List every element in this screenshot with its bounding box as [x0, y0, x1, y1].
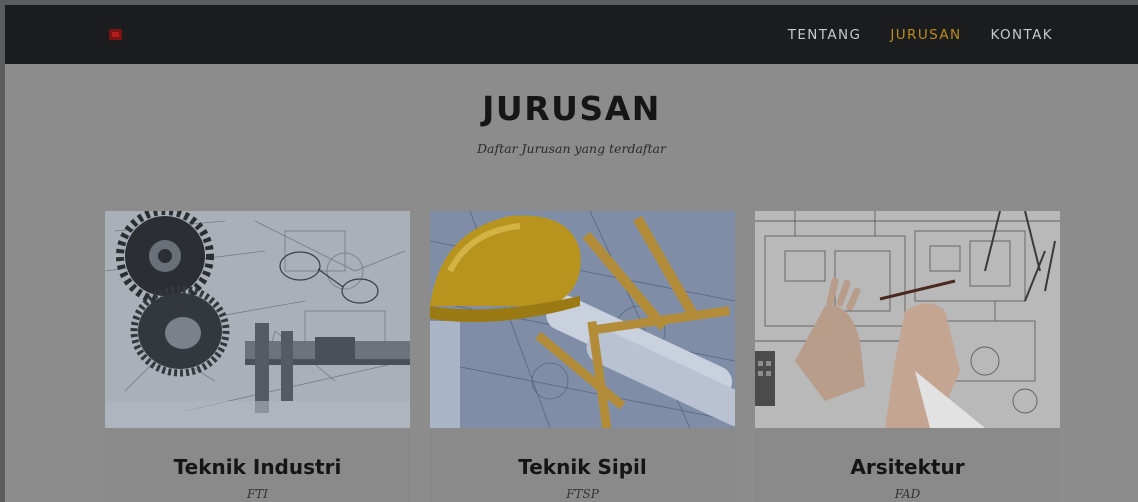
- nav-link-kontak[interactable]: KONTAK: [990, 27, 1053, 43]
- hard-hat-and-blueprints-photo: [430, 211, 735, 428]
- card-code: FTSP: [566, 487, 599, 501]
- card-title: Teknik Industri: [173, 455, 342, 479]
- nav-link-tentang[interactable]: TENTANG: [788, 27, 862, 43]
- card-arsitektur[interactable]: Arsitektur FAD: [755, 211, 1060, 502]
- card-code: FTI: [246, 487, 269, 501]
- card-code: FAD: [894, 487, 921, 501]
- brand-logo[interactable]: [109, 29, 122, 40]
- gears-and-caliper-photo: [105, 211, 410, 428]
- nav-menu: TENTANG JURUSAN KONTAK: [788, 5, 1053, 64]
- page: TENTANG JURUSAN KONTAK JURUSAN Daftar Ju…: [5, 5, 1138, 502]
- card-teknik-sipil[interactable]: Teknik Sipil FTSP: [430, 211, 735, 502]
- card-teknik-industri[interactable]: Teknik Industri FTI: [105, 211, 410, 502]
- section-title: JURUSAN: [482, 89, 661, 128]
- section-subtitle: Daftar Jurusan yang terdaftar: [477, 141, 666, 156]
- architect-drawing-floorplan-photo: [755, 211, 1060, 428]
- navbar: TENTANG JURUSAN KONTAK: [5, 5, 1138, 64]
- nav-link-jurusan[interactable]: JURUSAN: [890, 27, 961, 43]
- card-title: Teknik Sipil: [518, 455, 647, 479]
- card-title: Arsitektur: [850, 455, 965, 479]
